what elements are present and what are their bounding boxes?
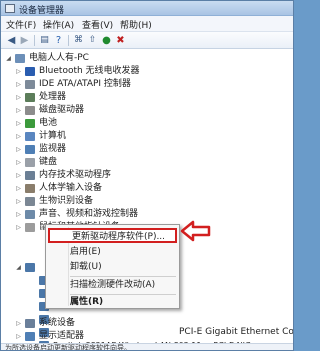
menu-item-scan[interactable]: 扫描检测硬件改动(A)	[48, 278, 177, 293]
expand-icon[interactable]: ▷	[15, 94, 22, 101]
expand-icon[interactable]: ▷	[15, 333, 22, 340]
expand-icon[interactable]: ▷	[15, 133, 22, 140]
collapse-icon[interactable]: ◢	[5, 55, 12, 62]
menu-item-uninstall[interactable]: 卸载(U)	[48, 260, 177, 275]
collapse-icon[interactable]: ◢	[15, 264, 22, 271]
expand-icon[interactable]: ▷	[15, 185, 22, 192]
monitor-icon	[25, 145, 35, 154]
context-menu: 更新驱动程序软件(P)... 启用(E) 卸载(U) 扫描检测硬件改动(A) 属…	[45, 224, 180, 309]
computer-icon	[25, 132, 35, 141]
back-icon[interactable]: ◀	[5, 34, 18, 47]
scan-icon[interactable]: ⌘	[72, 34, 85, 47]
menu-file[interactable]: 文件(F)	[6, 18, 36, 31]
status-bar: 为所选设备启动更新驱动程序软件向导。	[1, 343, 293, 350]
processor-icon	[25, 93, 35, 102]
properties-icon[interactable]: ▤	[38, 34, 51, 47]
menu-help[interactable]: 帮助(H)	[120, 18, 152, 31]
expand-icon[interactable]: ▷	[15, 81, 22, 88]
disk-drive-icon	[25, 106, 35, 115]
hid-icon	[25, 184, 35, 193]
menu-action[interactable]: 操作(A)	[43, 18, 74, 31]
menu-item-update-driver[interactable]: 更新驱动程序软件(P)...	[48, 228, 177, 243]
forward-icon[interactable]: ▶	[18, 34, 31, 47]
biometric-icon	[25, 197, 35, 206]
keyboard-icon	[25, 158, 35, 167]
expand-icon[interactable]: ▷	[15, 211, 22, 218]
help-icon[interactable]: ?	[52, 34, 65, 47]
device-manager-window: 设备管理器 文件(F) 操作(A) 查看(V) 帮助(H) ◀ ▶ ▤ ? ⌘ …	[0, 0, 294, 351]
expand-icon[interactable]: ▷	[15, 120, 22, 127]
menu-bar: 文件(F) 操作(A) 查看(V) 帮助(H)	[1, 16, 293, 32]
memory-icon	[25, 171, 35, 180]
update-driver-icon[interactable]: ⇧	[86, 34, 99, 47]
expand-icon[interactable]: ▷	[15, 172, 22, 179]
red-arrow-icon	[180, 220, 211, 242]
expand-icon[interactable]: ▷	[15, 159, 22, 166]
ide-controller-icon	[25, 80, 35, 89]
menu-item-enable[interactable]: 启用(E)	[48, 245, 177, 260]
expand-icon[interactable]: ▷	[15, 198, 22, 205]
sound-icon	[25, 210, 35, 219]
menu-view[interactable]: 查看(V)	[82, 18, 113, 31]
window-title: 设备管理器	[19, 6, 65, 16]
battery-icon	[25, 119, 35, 128]
expand-icon[interactable]: ▷	[15, 68, 22, 75]
expand-icon[interactable]: ▷	[15, 224, 22, 231]
mouse-icon	[25, 223, 35, 232]
display-adapter-icon	[25, 332, 35, 341]
app-icon	[5, 4, 15, 13]
bluetooth-icon	[25, 67, 35, 76]
title-bar: 设备管理器	[1, 1, 293, 16]
disable-icon[interactable]: ●	[100, 34, 113, 47]
toolbar: ◀ ▶ ▤ ? ⌘ ⇧ ● ✖	[1, 32, 293, 49]
expand-icon[interactable]: ▷	[15, 107, 22, 114]
network-adapter-icon	[25, 263, 35, 272]
system-device-icon	[25, 319, 35, 328]
computer-icon	[15, 54, 25, 63]
expand-icon[interactable]: ▷	[15, 320, 22, 327]
menu-item-properties[interactable]: 属性(R)	[48, 295, 177, 310]
uninstall-icon[interactable]: ✖	[114, 34, 127, 47]
expand-icon[interactable]: ▷	[15, 146, 22, 153]
